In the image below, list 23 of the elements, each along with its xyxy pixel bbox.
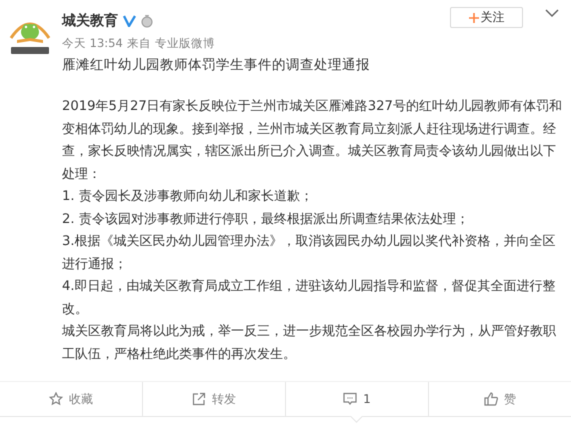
post-paragraph: 2019年5月27日有家长反映位于兰州市城关区雁滩路327号的红叶幼儿园教师有体罚和变相体罚幼儿的现象。接到举报，兰州市城关区教育局立刻派人赶往现场进行调查。经查，家长反映情况属实，辖区派出所已介入调查。城关区教育局责令该幼儿园做出以下处理：: [62, 98, 562, 184]
caret-icon[interactable]: [545, 8, 559, 18]
post-time: 今天 13:54: [62, 36, 123, 51]
comment-icon: [343, 392, 358, 406]
post-title: 雁滩红叶幼儿园教师体罚学生事件的调查处理通报: [62, 56, 371, 74]
post-paragraph: 2. 责令该园对涉事教师进行停职，最终根据派出所调查结果依法处理；: [62, 210, 470, 228]
post-paragraph: 3.根据《城关区民办幼儿园管理办法》，取消该园民办幼儿园以奖代补资格，并向全区进行通报；: [62, 233, 557, 274]
author-name[interactable]: 城关教育: [62, 12, 118, 30]
plus-icon: [468, 12, 478, 22]
thumbs-up-icon: [484, 392, 498, 406]
medal-icon: [141, 14, 153, 28]
post-paragraph: 1. 责令园长及涉事教师向幼儿和家长道歉；: [62, 188, 314, 206]
follow-button[interactable]: 关注: [450, 7, 523, 28]
like-button[interactable]: 赞: [429, 382, 571, 416]
source-link[interactable]: 专业版微博: [154, 36, 215, 51]
comment-button[interactable]: 1: [286, 382, 429, 416]
repost-button[interactable]: 转发: [143, 382, 286, 416]
star-icon: [49, 392, 63, 406]
post-paragraph: 4.即日起，由城关区教育局成立工作组，进驻该幼儿园指导和监督，督促其全面进行整改。: [62, 278, 557, 318]
post-paragraph: 城关区教育局将以此为戒，举一反三，进一步规范全区各校园办学行为，从严管好教职工队伍，严格杜绝此类事件的再次发生。: [62, 322, 557, 364]
source-prefix: 来自: [126, 36, 151, 51]
favorite-button[interactable]: 收藏: [0, 382, 143, 416]
share-icon: [192, 392, 206, 406]
